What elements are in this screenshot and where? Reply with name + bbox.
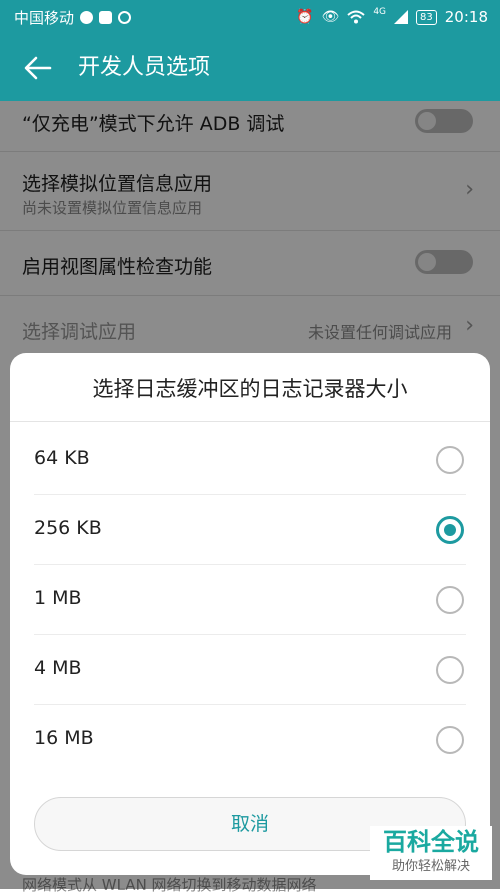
download-notification-icon	[118, 10, 132, 24]
dialog-divider	[10, 421, 490, 422]
status-bar-right: ⏰ 👁 4G 83 20:18	[296, 0, 488, 34]
back-arrow-icon[interactable]	[22, 52, 54, 84]
option-1mb[interactable]: 1 MB	[10, 565, 490, 635]
radio-unchecked-icon[interactable]	[436, 446, 464, 474]
status-bar-left: 中国移动	[14, 0, 132, 34]
option-4mb[interactable]: 4 MB	[10, 635, 490, 705]
carrier-label: 中国移动	[14, 8, 75, 27]
watermark-subtitle: 助你轻松解决	[391, 859, 470, 874]
page-title: 开发人员选项	[78, 55, 211, 80]
status-bar: 中国移动 ⏰ 👁 4G 83 20:18	[0, 0, 500, 34]
radio-checked-icon[interactable]	[436, 516, 464, 544]
notification-dot-icon	[80, 10, 94, 24]
radio-unchecked-icon[interactable]	[436, 586, 464, 614]
option-label: 4 MB	[34, 657, 82, 679]
app-notification-icon	[99, 10, 113, 24]
radio-unchecked-icon[interactable]	[436, 656, 464, 684]
option-label: 16 MB	[34, 727, 94, 749]
watermark-logo: 百科全说 助你轻松解决	[370, 826, 492, 880]
dialog-title: 选择日志缓冲区的日志记录器大小	[92, 377, 408, 401]
radio-dot	[444, 524, 456, 536]
option-label: 1 MB	[34, 587, 82, 609]
eye-icon: 👁	[321, 9, 340, 25]
app-bar: 开发人员选项	[0, 34, 500, 101]
option-label: 256 KB	[34, 517, 102, 539]
watermark-title: 百科全说	[383, 828, 479, 856]
battery-icon: 83	[416, 9, 437, 25]
option-64kb[interactable]: 64 KB	[10, 425, 490, 495]
battery-level: 83	[420, 11, 433, 23]
option-16mb[interactable]: 16 MB	[10, 705, 490, 775]
log-buffer-size-dialog: 选择日志缓冲区的日志记录器大小 64 KB 256 KB 1 MB 4 MB 1…	[10, 353, 490, 875]
option-256kb[interactable]: 256 KB	[10, 495, 490, 565]
network-type-label: 4G	[373, 7, 387, 17]
alarm-icon: ⏰	[296, 9, 314, 25]
option-label: 64 KB	[34, 447, 90, 469]
radio-unchecked-icon[interactable]	[436, 726, 464, 754]
wifi-icon	[347, 10, 365, 24]
clock: 20:18	[444, 8, 488, 26]
signal-icon	[394, 10, 409, 24]
